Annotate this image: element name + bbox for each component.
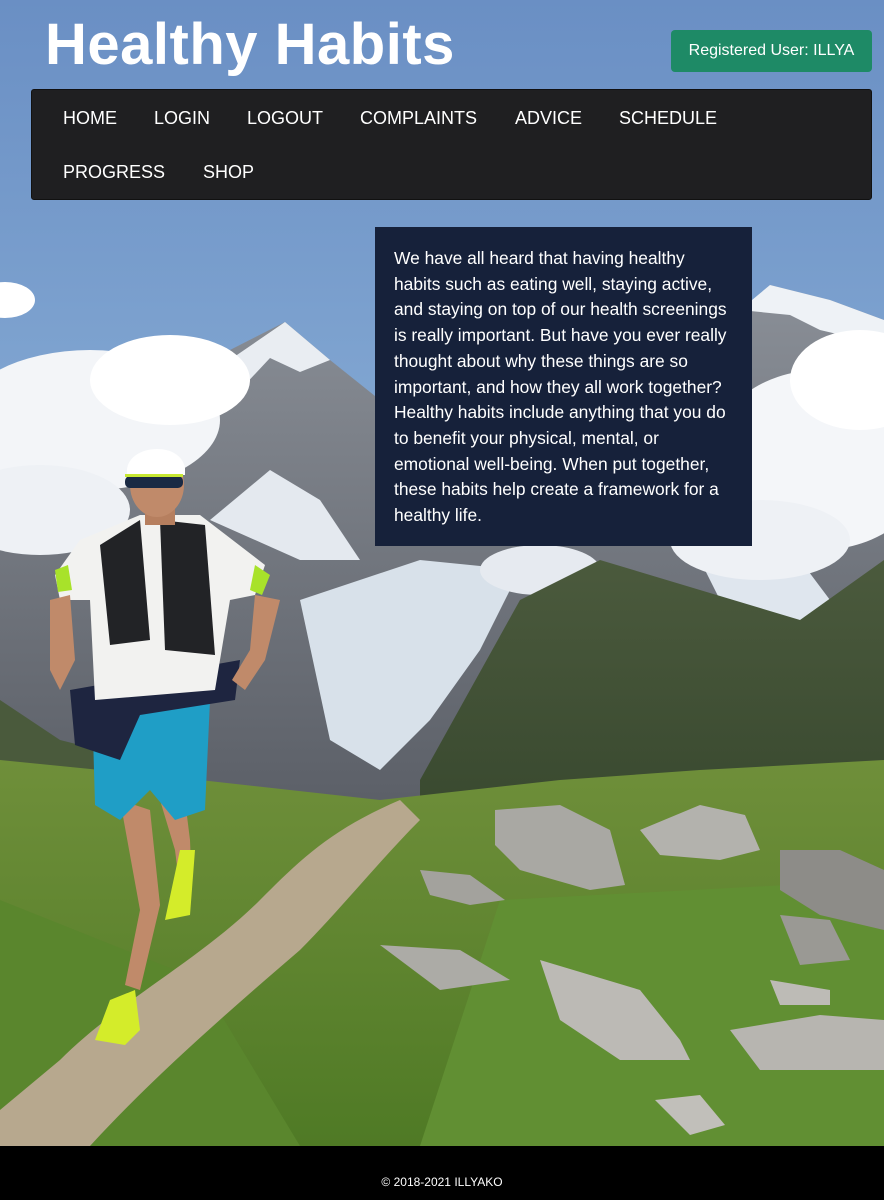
- nav-logout[interactable]: LOGOUT: [247, 107, 323, 129]
- registered-user-badge: Registered User: ILLYA: [671, 30, 872, 72]
- page: Healthy Habits Registered User: ILLYA HO…: [0, 0, 884, 1200]
- nav-schedule[interactable]: SCHEDULE: [619, 107, 717, 129]
- nav-shop[interactable]: SHOP: [203, 161, 254, 183]
- site-title: Healthy Habits: [45, 12, 455, 77]
- nav-complaints[interactable]: COMPLAINTS: [360, 107, 477, 129]
- info-text: We have all heard that having healthy ha…: [394, 248, 727, 526]
- nav-home[interactable]: HOME: [63, 107, 117, 129]
- footer-copyright: © 2018-2021 ILLYAKO: [381, 1175, 503, 1189]
- nav-advice[interactable]: ADVICE: [515, 107, 582, 129]
- main-navbar: HOME LOGIN LOGOUT COMPLAINTS ADVICE SCHE…: [31, 89, 872, 200]
- nav-login[interactable]: LOGIN: [154, 107, 210, 129]
- footer: © 2018-2021 ILLYAKO: [0, 1146, 884, 1200]
- nav-progress[interactable]: PROGRESS: [63, 161, 165, 183]
- info-panel: We have all heard that having healthy ha…: [375, 227, 752, 546]
